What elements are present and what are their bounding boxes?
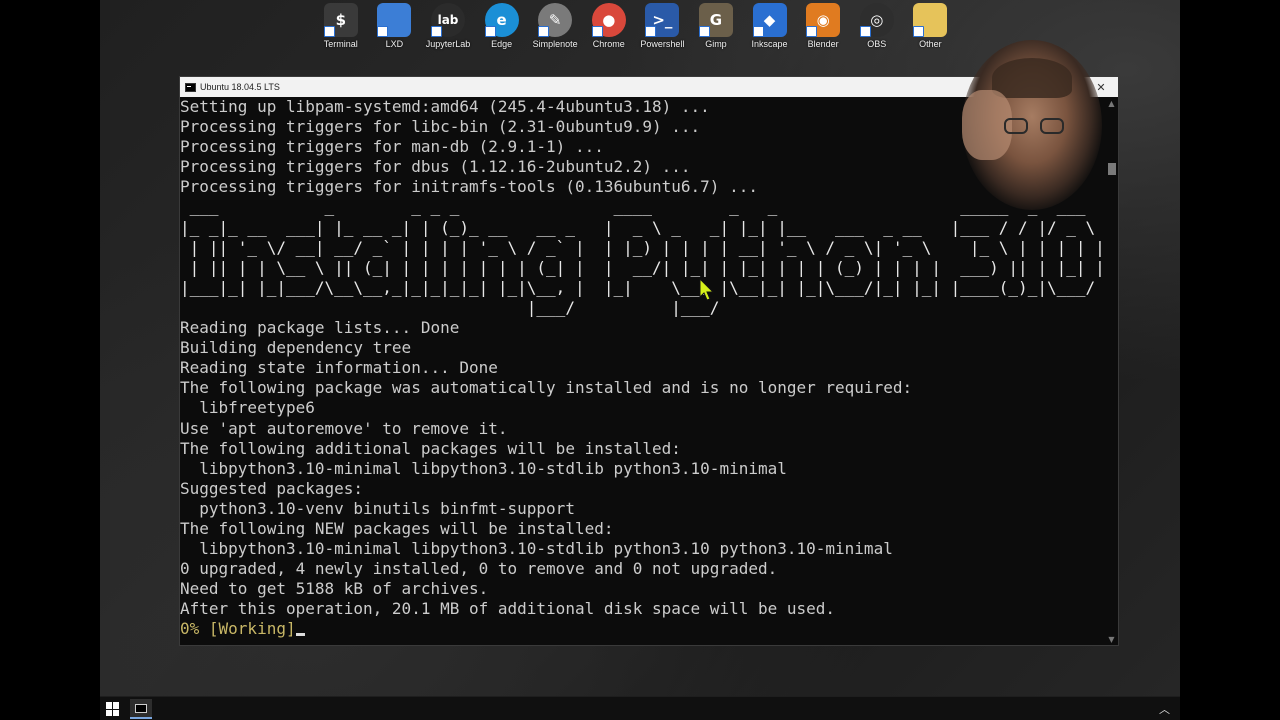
- desktop-shortcut-obs[interactable]: ◎ OBS: [850, 3, 904, 49]
- desktop-shortcut-jupyterlab[interactable]: lab JupyterLab: [421, 3, 475, 49]
- desktop-shortcut-label: Other: [919, 39, 942, 49]
- show-hidden-icons-chevron-icon[interactable]: ︿: [1159, 701, 1170, 717]
- terminal-line: Processing triggers for man-db (2.9.1-1)…: [180, 137, 604, 157]
- desktop-shortcut-label: JupyterLab: [425, 39, 471, 49]
- desktop-shortcut-label: Blender: [807, 39, 839, 49]
- gimp-icon: G: [698, 3, 733, 37]
- terminal-line: Use 'apt autoremove' to remove it.: [180, 418, 508, 438]
- text-cursor: [295, 633, 305, 637]
- desktop-shortcut-label: Gimp: [705, 39, 727, 49]
- terminal-line: Setting up libpam-systemd:amd64 (245.4-4…: [180, 97, 710, 116]
- edge-icon: e: [484, 3, 519, 37]
- window-title: Ubuntu 18.04.5 LTS: [200, 82, 280, 92]
- desktop-shortcut-edge[interactable]: e Edge: [475, 3, 529, 49]
- right-letterbox: [1180, 0, 1280, 720]
- terminal-line: The following NEW packages will be insta…: [180, 518, 614, 538]
- left-letterbox: [0, 0, 100, 720]
- desktop-shortcut-terminal[interactable]: $ Terminal: [314, 3, 368, 49]
- terminal-line: |___/ |___/: [180, 297, 1105, 317]
- windows-start-icon[interactable]: [106, 702, 120, 716]
- mouse-pointer-icon: [699, 278, 715, 301]
- desktop-shortcut-other[interactable]: Other: [904, 3, 958, 49]
- desktop-shortcut-simplenote[interactable]: ✎ Simplenote: [528, 3, 582, 49]
- obs-icon: ◎: [859, 3, 894, 37]
- desktop-shortcut-inkscape[interactable]: ◆ Inkscape: [743, 3, 797, 49]
- scroll-up-icon[interactable]: ▲: [1105, 97, 1118, 109]
- inkscape-icon: ◆: [752, 3, 787, 37]
- ascii-banner: ___ _ _ _ _ ____ _ _ _____ _ ___ |_ _|_ …: [180, 197, 1105, 318]
- terminal-line: | || '_ \/ __| __/ _` | | | | '_ \ / _` …: [180, 237, 1105, 257]
- progress-text: 0% [Working]: [180, 619, 296, 639]
- desktop-shortcut-label: Simplenote: [532, 39, 578, 49]
- taskbar-terminal-icon[interactable]: [130, 699, 152, 719]
- close-button[interactable]: ✕: [1084, 77, 1118, 97]
- terminal-line: ___ _ _ _ _ ____ _ _ _____ _ ___: [180, 197, 1105, 217]
- terminal-line: Building dependency tree: [180, 338, 412, 358]
- chrome-icon: ●: [591, 3, 626, 37]
- desktop-shortcut-blender[interactable]: ◉ Blender: [796, 3, 850, 49]
- terminal-line: Reading package lists... Done: [180, 318, 460, 338]
- desktop-icon-bar: $ Terminal LXD lab JupyterLab e Edge ✎ Simplenot…: [314, 3, 957, 49]
- terminal-icon: $: [323, 3, 358, 37]
- terminal-line: After this operation, 20.1 MB of additio…: [180, 599, 836, 619]
- terminal-line: The following additional packages will b…: [180, 438, 681, 458]
- desktop-shortcut-powershell[interactable]: >_ Powershell: [636, 3, 690, 49]
- desktop-shortcut-label: OBS: [867, 39, 887, 49]
- powershell-icon: >_: [645, 3, 680, 37]
- terminal-line: libpython3.10-minimal libpython3.10-stdl…: [180, 539, 893, 559]
- maximize-button[interactable]: ☐: [1050, 77, 1084, 97]
- desktop-shortcut-chrome[interactable]: ● Chrome: [582, 3, 636, 49]
- desktop-shortcut-label: Terminal: [323, 39, 358, 49]
- terminal-line: 0 upgraded, 4 newly installed, 0 to remo…: [180, 559, 778, 579]
- minimize-button[interactable]: —: [1016, 77, 1050, 97]
- terminal-line: | || | | \__ \ || (_| | | | | | | | (_| …: [180, 257, 1105, 277]
- desktop-shortcut-label: Chrome: [592, 39, 625, 49]
- desktop-shortcut-label: Powershell: [640, 39, 685, 49]
- blender-icon: ◉: [806, 3, 841, 37]
- window-titlebar[interactable]: Ubuntu 18.04.5 LTS — ☐ ✕: [180, 77, 1118, 97]
- desktop-shortcut-lxd[interactable]: LXD: [368, 3, 422, 49]
- lxd-icon: [377, 3, 412, 37]
- terminal-line: Processing triggers for initramfs-tools …: [180, 177, 758, 197]
- terminal-line: Need to get 5188 kB of archives.: [180, 579, 489, 599]
- terminal-line: |_ _|_ __ ___| |_ __ _| | (_)_ __ __ _ |…: [180, 217, 1105, 237]
- progress-line: 0% [Working]: [180, 619, 1105, 639]
- terminal-line: Processing triggers for dbus (1.12.16-2u…: [180, 157, 691, 177]
- terminal-line: python3.10-venv binutils binfmt-support: [180, 498, 575, 518]
- desktop-shortcut-label: Edge: [491, 39, 513, 49]
- desktop-shortcut-label: Inkscape: [751, 39, 788, 49]
- jupyterlab-icon: lab: [430, 3, 465, 37]
- terminal-line: libfreetype6: [180, 398, 315, 418]
- desktop-shortcut-gimp[interactable]: G Gimp: [689, 3, 743, 49]
- simplenote-icon: ✎: [538, 3, 573, 37]
- scrollbar-thumb[interactable]: [1108, 163, 1116, 175]
- terminal-line: |___|_| |_|___/\__\__,_|_|_|_|_| |_|\__,…: [180, 277, 1105, 297]
- desktop-shortcut-label: LXD: [385, 39, 404, 49]
- taskbar: ︿: [100, 696, 1180, 720]
- terminal-line: The following package was automatically …: [180, 378, 913, 398]
- scroll-down-icon[interactable]: ▼: [1105, 633, 1118, 645]
- terminal-line: Suggested packages:: [180, 478, 364, 498]
- terminal-line: Processing triggers for libc-bin (2.31-0…: [180, 117, 701, 137]
- terminal-line: Reading state information... Done: [180, 358, 498, 378]
- folder-icon: [913, 3, 948, 37]
- terminal-output[interactable]: Setting up libpam-systemd:amd64 (245.4-4…: [180, 97, 1105, 645]
- scrollbar[interactable]: ▲ ▼: [1105, 97, 1118, 645]
- terminal-window[interactable]: Ubuntu 18.04.5 LTS — ☐ ✕ Setting up libp…: [179, 76, 1119, 646]
- terminal-line: libpython3.10-minimal libpython3.10-stdl…: [180, 458, 787, 478]
- terminal-app-icon: [185, 82, 196, 92]
